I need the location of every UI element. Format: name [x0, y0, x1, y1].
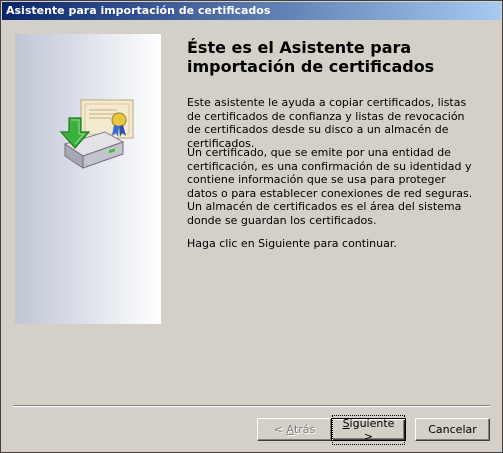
next-button-accel: S [342, 416, 350, 430]
window-title: Asistente para importación de certificad… [6, 4, 271, 17]
continue-instruction: Haga clic en Siguiente para continuar. [187, 237, 397, 250]
cancel-button[interactable]: Cancelar [415, 418, 490, 441]
wizard-window: Asistente para importación de certificad… [0, 0, 503, 453]
back-button-prefix: < [273, 423, 287, 436]
wizard-side-panel [15, 34, 161, 324]
back-button[interactable]: < Atrás [257, 418, 332, 441]
back-button-accel: A [286, 423, 294, 436]
certificate-import-icon [59, 99, 134, 169]
next-button[interactable]: Siguiente > [331, 414, 406, 445]
wizard-heading: Éste es el Asistente para importación de… [187, 38, 435, 76]
title-bar[interactable]: Asistente para importación de certificad… [2, 2, 501, 20]
back-button-rest: trás [293, 423, 316, 436]
intro-paragraph: Este asistente le ayuda a copiar certifi… [187, 96, 467, 150]
certificate-description-paragraph: Un certificado, que se emite por una ent… [187, 146, 473, 227]
next-button-rest: iguiente > [349, 416, 395, 443]
next-button-focus: Siguiente > [332, 414, 405, 445]
button-separator [13, 405, 490, 407]
